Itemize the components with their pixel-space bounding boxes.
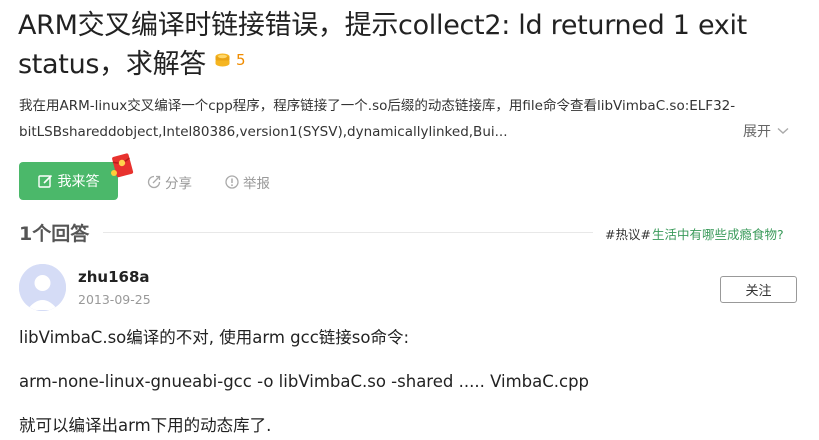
share-label: 分享 — [165, 176, 192, 192]
report-button[interactable]: 举报 — [225, 172, 270, 192]
expand-label: 展开 — [743, 124, 771, 140]
edit-icon — [37, 174, 53, 189]
answer-text-line: libVimbaC.so编译的不对, 使用arm gcc链接so命令: — [19, 328, 410, 347]
follow-button[interactable]: 关注 — [720, 276, 797, 303]
warning-icon — [225, 175, 239, 189]
answer-button[interactable]: 我来答 — [19, 162, 118, 200]
bounty-value: 5 — [235, 51, 246, 69]
chevron-down-icon — [777, 123, 789, 139]
answer-text-line: 就可以编译出arm下用的动态库了. — [19, 416, 272, 435]
share-button[interactable]: 分享 — [147, 172, 192, 192]
question-description: 我在用ARM-linux交叉编译一个cpp程序，程序链接了一个.so后缀的动态链… — [19, 98, 736, 140]
question-title-text: ARM交叉编译时链接错误，提示collect2: ld returned 1 e… — [18, 10, 747, 80]
expand-button[interactable]: 展开 — [743, 121, 789, 141]
answers-count-heading: 1个回答 — [19, 223, 90, 245]
share-icon — [147, 175, 161, 189]
bounty-badge: 5 — [214, 51, 246, 69]
question-title: ARM交叉编译时链接错误，提示collect2: ld returned 1 e… — [18, 6, 808, 84]
answer-date: 2013-09-25 — [78, 292, 151, 307]
report-label: 举报 — [243, 176, 270, 192]
answer-text-line: arm-none-linux-gnueabi-gcc -o libVimbaC.… — [19, 372, 590, 391]
answer-button-label: 我来答 — [57, 174, 100, 190]
section-divider — [103, 232, 593, 233]
hot-topic-tag: #热议# — [605, 227, 651, 242]
red-packet-icon — [109, 152, 135, 178]
hot-topic-link[interactable]: 生活中有哪些成瘾食物? — [652, 224, 784, 243]
avatar[interactable] — [19, 264, 66, 311]
answerer-username[interactable]: zhu168a — [78, 268, 150, 286]
coin-icon — [214, 52, 231, 69]
